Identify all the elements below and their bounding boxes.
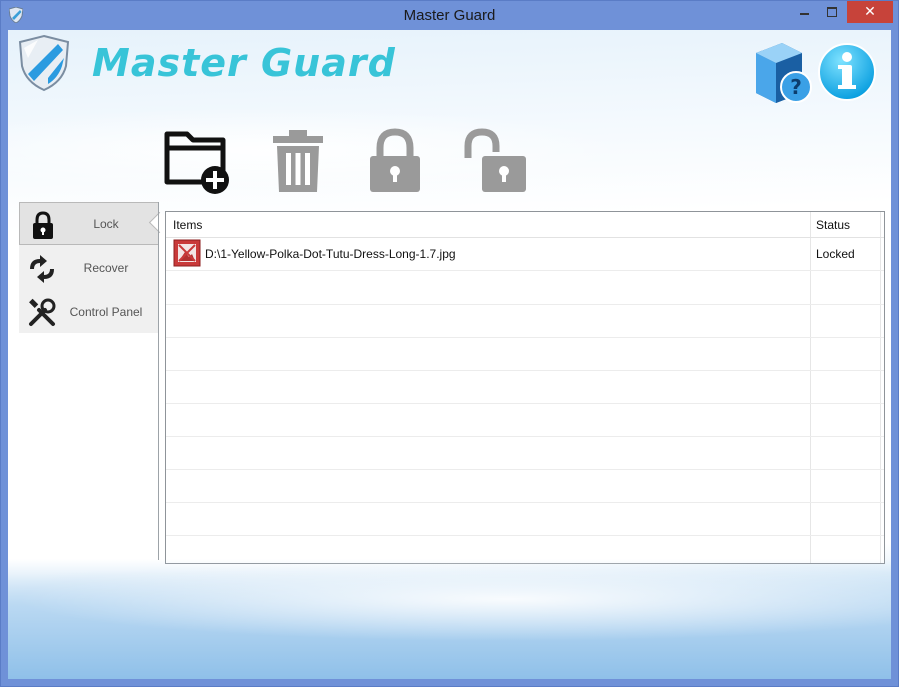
table-row xyxy=(166,370,884,404)
table-header: Items Status xyxy=(166,212,884,238)
sidebar-item-lock[interactable]: Lock xyxy=(19,202,159,245)
table-row xyxy=(166,304,884,338)
sidebar: Lock Recover Control Panel xyxy=(19,202,159,333)
help-book-icon[interactable]: ? xyxy=(750,39,814,105)
table-row xyxy=(166,271,884,305)
lock-button[interactable] xyxy=(362,128,428,194)
table-row xyxy=(166,403,884,437)
maximize-icon xyxy=(827,7,837,17)
app-title: Master Guard xyxy=(92,41,396,85)
delete-button[interactable] xyxy=(265,128,331,194)
window-title: Master Guard xyxy=(403,7,496,24)
item-status: Locked xyxy=(816,247,855,261)
items-table[interactable]: Items Status D:\1-Yellow-Polka-Dot-Tutu-… xyxy=(165,211,885,564)
table-row[interactable]: D:\1-Yellow-Polka-Dot-Tutu-Dress-Long-1.… xyxy=(166,237,884,271)
table-row xyxy=(166,535,884,568)
maximize-button[interactable] xyxy=(817,1,847,23)
sidebar-item-label: Recover xyxy=(83,261,129,275)
app-window: Master Guard ✕ Master Guard ? Lock Recov… xyxy=(0,0,899,687)
column-header-items[interactable]: Items xyxy=(173,218,202,232)
table-row xyxy=(166,469,884,503)
table-row xyxy=(166,436,884,470)
column-header-status[interactable]: Status xyxy=(816,218,850,232)
sidebar-divider xyxy=(158,202,159,560)
sidebar-item-recover[interactable]: Recover xyxy=(19,247,159,290)
sidebar-item-label: Lock xyxy=(93,217,119,231)
add-folder-button[interactable] xyxy=(163,128,229,194)
client-area: Master Guard ? Lock Recover Control Pane… xyxy=(8,30,891,679)
title-bar[interactable]: Master Guard ✕ xyxy=(1,1,898,30)
close-icon: ✕ xyxy=(864,3,876,19)
item-path: D:\1-Yellow-Polka-Dot-Tutu-Dress-Long-1.… xyxy=(205,247,456,261)
info-icon[interactable] xyxy=(817,42,877,102)
sidebar-item-label: Control Panel xyxy=(69,305,143,319)
table-row xyxy=(166,337,884,371)
minimize-icon xyxy=(799,13,809,15)
table-row xyxy=(166,502,884,536)
unlock-button[interactable] xyxy=(462,128,528,194)
shield-icon xyxy=(18,34,70,92)
close-button[interactable]: ✕ xyxy=(847,1,893,23)
image-file-icon xyxy=(173,239,201,267)
svg-text:?: ? xyxy=(790,75,802,99)
sidebar-item-control-panel[interactable]: Control Panel xyxy=(19,291,159,334)
minimize-button[interactable] xyxy=(791,1,817,23)
